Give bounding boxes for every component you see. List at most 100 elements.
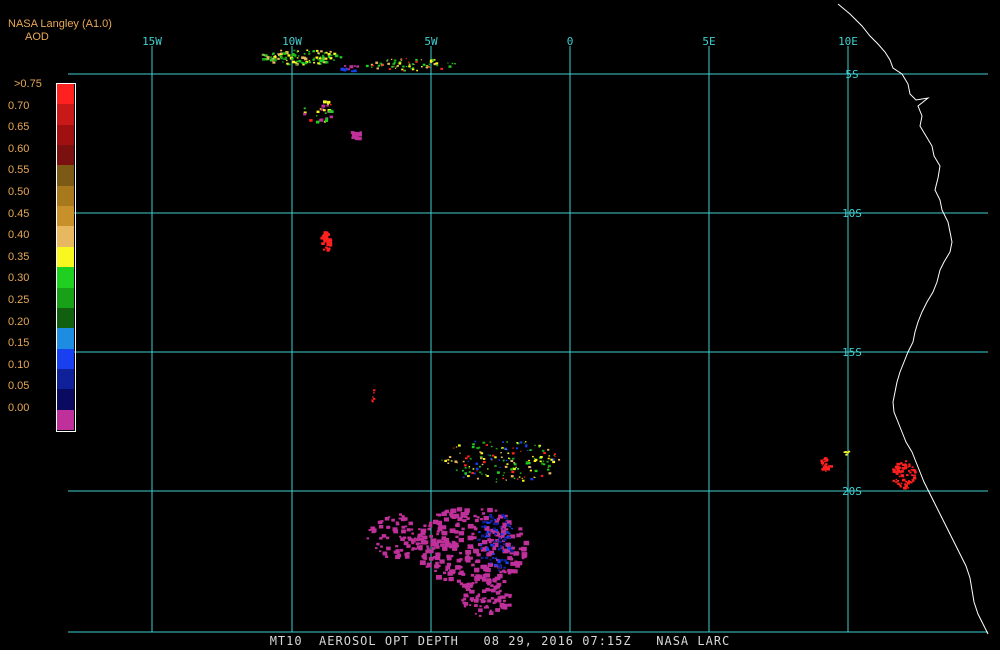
aod-pixel — [292, 60, 296, 64]
aod-pixel — [386, 546, 391, 551]
aod-pixel — [415, 60, 418, 63]
aod-pixel — [466, 517, 470, 520]
lon-label: 15W — [142, 35, 162, 48]
aod-pixel — [825, 470, 827, 472]
aod-pixel — [512, 447, 514, 449]
aod-pixel — [911, 474, 914, 477]
aod-pixel — [513, 477, 516, 480]
aod-pixel — [516, 478, 519, 480]
aod-pixel — [443, 571, 447, 575]
aod-pixel — [299, 61, 302, 63]
aod-pixel — [326, 100, 331, 104]
aod-pixel — [484, 535, 488, 538]
aod-pixel — [464, 508, 470, 513]
aod-pixel — [397, 62, 399, 64]
aod-pixel — [468, 583, 472, 586]
aod-pixel — [394, 67, 397, 69]
aod-pixel — [550, 458, 553, 461]
aod-pixel — [502, 474, 504, 476]
aod-pixel — [539, 460, 542, 463]
aod-pixel — [507, 556, 513, 560]
aod-pixel — [534, 444, 536, 446]
aod-pixel — [317, 59, 320, 61]
lon-label: 5W — [424, 35, 438, 48]
aod-pixel — [466, 555, 470, 558]
aod-pixel — [426, 547, 430, 550]
aod-pixel — [527, 450, 529, 452]
lat-label: 15S — [842, 346, 862, 359]
aod-pixel — [453, 542, 459, 547]
aod-pixel — [505, 561, 509, 565]
aod-pixel — [902, 463, 905, 466]
legend-frame — [56, 83, 76, 432]
aod-pixel — [330, 54, 333, 57]
aod-pixel — [328, 109, 331, 111]
lat-label: 10S — [842, 207, 862, 220]
aod-pixel — [445, 568, 449, 571]
aod-pixel — [403, 517, 408, 521]
aod-pixel — [317, 52, 320, 54]
aod-pixel — [379, 550, 382, 553]
aod-pixel — [505, 542, 511, 547]
aod-pixel — [287, 54, 291, 57]
aod-pixel — [447, 62, 449, 64]
aod-pixel — [376, 67, 379, 70]
aod-pixel — [511, 470, 515, 474]
aod-pixel — [320, 236, 324, 240]
lat-label: 20S — [842, 485, 862, 498]
aod-pixel — [407, 552, 410, 555]
aod-pixel — [453, 513, 460, 519]
aod-pixel — [466, 588, 470, 591]
aod-pixel — [913, 471, 917, 474]
aod-pixel — [461, 572, 466, 576]
aod-pixel — [441, 540, 446, 544]
aod-pixel — [820, 459, 824, 462]
aod-pixel — [381, 64, 384, 66]
aod-pixel — [321, 242, 325, 245]
aod-pixel — [901, 471, 904, 473]
legend-label: 0.50 — [8, 186, 30, 198]
aod-pixel — [462, 469, 464, 472]
aod-pixel — [417, 534, 421, 537]
aod-pixel — [429, 60, 433, 63]
aod-pixel — [378, 525, 384, 529]
aod-pixel — [422, 63, 426, 66]
legend-label: 0.70 — [8, 99, 30, 112]
aod-pixel — [533, 457, 536, 459]
aod-pixel — [543, 463, 546, 466]
aod-pixel — [404, 69, 406, 72]
aod-pixel — [899, 485, 902, 488]
aod-pixel — [480, 564, 486, 569]
aod-pixel — [425, 565, 429, 568]
aod-pixel — [511, 545, 514, 547]
aod-pixel — [454, 63, 456, 65]
aod-pixel — [490, 584, 494, 587]
aod-pixel — [375, 547, 378, 550]
aod-pixel — [521, 477, 523, 479]
aod-pixel — [501, 513, 505, 517]
aod-pixel — [459, 582, 464, 586]
aod-pixel — [304, 62, 308, 65]
aod-pixel — [464, 464, 467, 467]
map-caption: MT10 AEROSOL OPT DEPTH 08 29, 2016 07:15… — [269, 634, 731, 648]
aod-pixel — [371, 530, 376, 534]
aod-pixel — [408, 521, 413, 526]
aod-pixel — [426, 545, 429, 548]
aod-pixel — [505, 531, 509, 534]
aod-pixel — [487, 538, 491, 542]
aod-pixel — [519, 441, 523, 444]
aod-pixel — [532, 455, 534, 458]
aod-pixel — [490, 532, 493, 534]
aod-pixel — [523, 540, 530, 546]
aod-pixel — [323, 248, 326, 251]
aod-pixel — [481, 463, 484, 466]
aod-pixel — [505, 479, 507, 481]
aod-pixel — [478, 608, 483, 613]
aod-pixel — [393, 61, 396, 64]
aod-pixel — [547, 448, 550, 451]
aod-pixel — [349, 65, 354, 69]
aod-pixel — [470, 573, 475, 577]
aod-pixel — [308, 53, 311, 55]
aod-pixel — [510, 468, 513, 471]
aod-pixel — [900, 474, 904, 477]
